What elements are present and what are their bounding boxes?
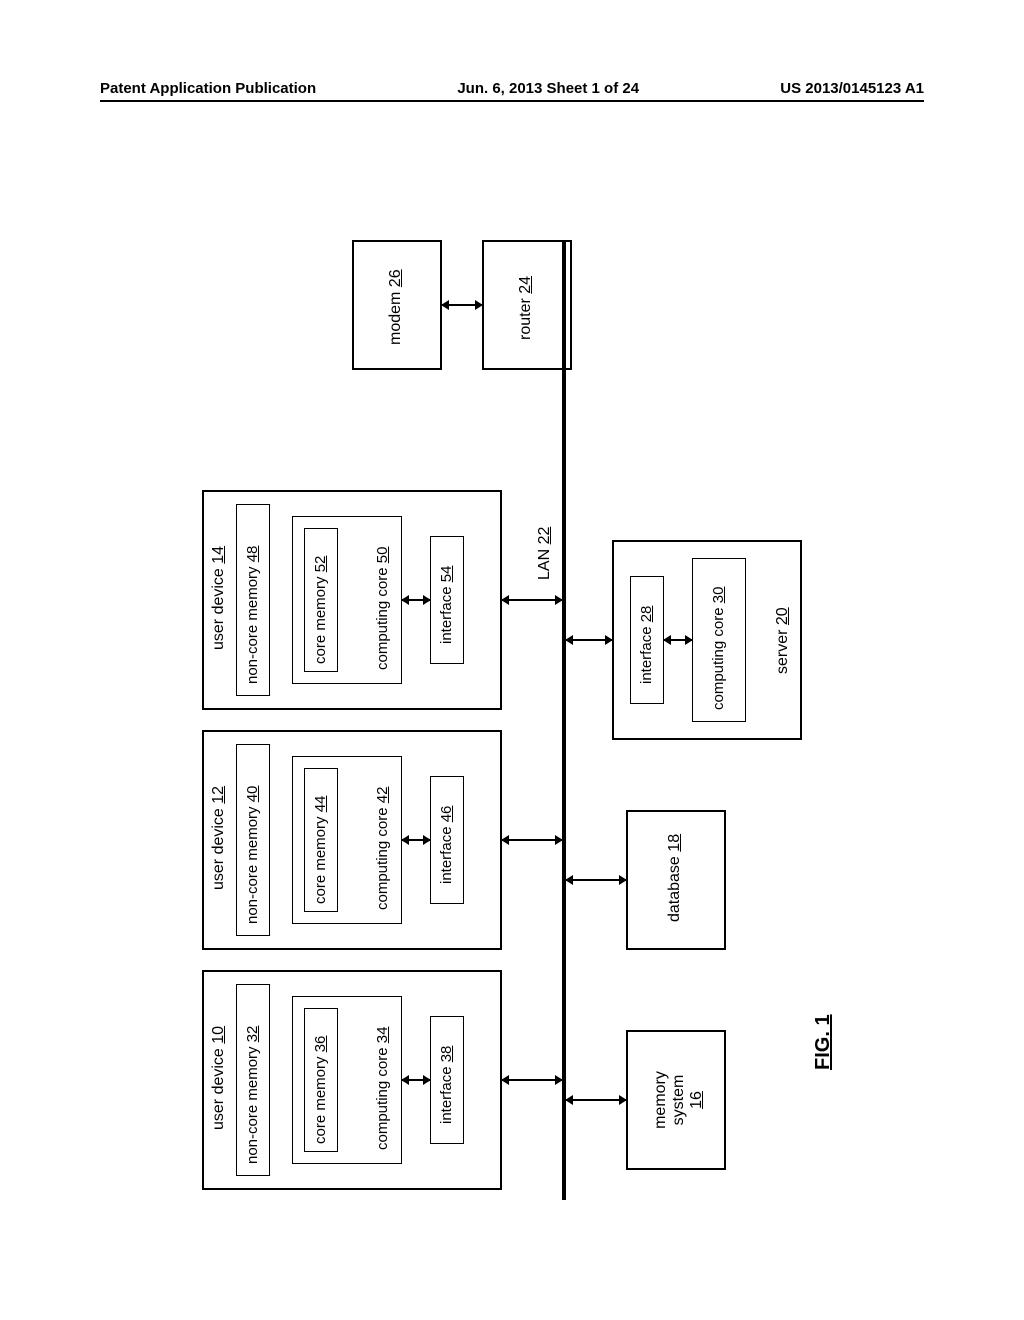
server-lan-arrow	[566, 639, 612, 641]
device-12-coremem-label: core memory 44	[312, 796, 329, 904]
device-10-title: user device 10	[210, 1026, 228, 1130]
device-10-iface-label: interface 38	[438, 1046, 455, 1124]
figure-label: FIG. 1	[812, 1014, 835, 1070]
lan-label: LAN 22	[536, 527, 554, 580]
router-label: router 24	[517, 276, 535, 340]
device-10-noncore-label: non-core memory 32	[244, 1026, 261, 1164]
device-12-lan-arrow	[502, 839, 562, 841]
modem-router-arrow	[442, 304, 482, 306]
header-rule	[100, 100, 924, 102]
device-14-noncore-label: non-core memory 48	[244, 546, 261, 684]
device-10-core-label: computing core 34	[374, 1027, 391, 1150]
device-14-title: user device 14	[210, 546, 228, 650]
device-14-coremem-label: core memory 52	[312, 556, 329, 664]
device-12-iface-label: interface 46	[438, 806, 455, 884]
server-title: server 20	[774, 607, 792, 674]
header-left: Patent Application Publication	[100, 80, 316, 97]
memsys-lan-arrow	[566, 1099, 626, 1101]
lan-under-router	[562, 240, 566, 1200]
modem-label: modem 26	[387, 269, 405, 345]
device-14-iface-label: interface 54	[438, 566, 455, 644]
device-10-core-iface-arrow	[402, 1079, 430, 1081]
diagram: LAN 22 user device 10 non-core memory 32…	[162, 200, 862, 1200]
server-iface-core-arrow	[664, 639, 692, 641]
device-12-core-iface-arrow	[402, 839, 430, 841]
header-right: US 2013/0145123 A1	[780, 80, 924, 97]
device-12-noncore-label: non-core memory 40	[244, 786, 261, 924]
header-center: Jun. 6, 2013 Sheet 1 of 24	[457, 80, 639, 97]
page-header: Patent Application Publication Jun. 6, 2…	[100, 80, 924, 97]
server-core-label: computing core 30	[710, 587, 727, 710]
database-label: database 18	[666, 834, 684, 922]
device-10-lan-arrow	[502, 1079, 562, 1081]
device-14-lan-arrow	[502, 599, 562, 601]
device-14-core-iface-arrow	[402, 599, 430, 601]
device-12-core-label: computing core 42	[374, 787, 391, 910]
device-14-core-label: computing core 50	[374, 547, 391, 670]
device-10-coremem-label: core memory 36	[312, 1036, 329, 1144]
database-lan-arrow	[566, 879, 626, 881]
memory-system-label: memory system16	[652, 1044, 706, 1156]
device-12-title: user device 12	[210, 786, 228, 890]
server-iface-label: interface 28	[638, 606, 655, 684]
